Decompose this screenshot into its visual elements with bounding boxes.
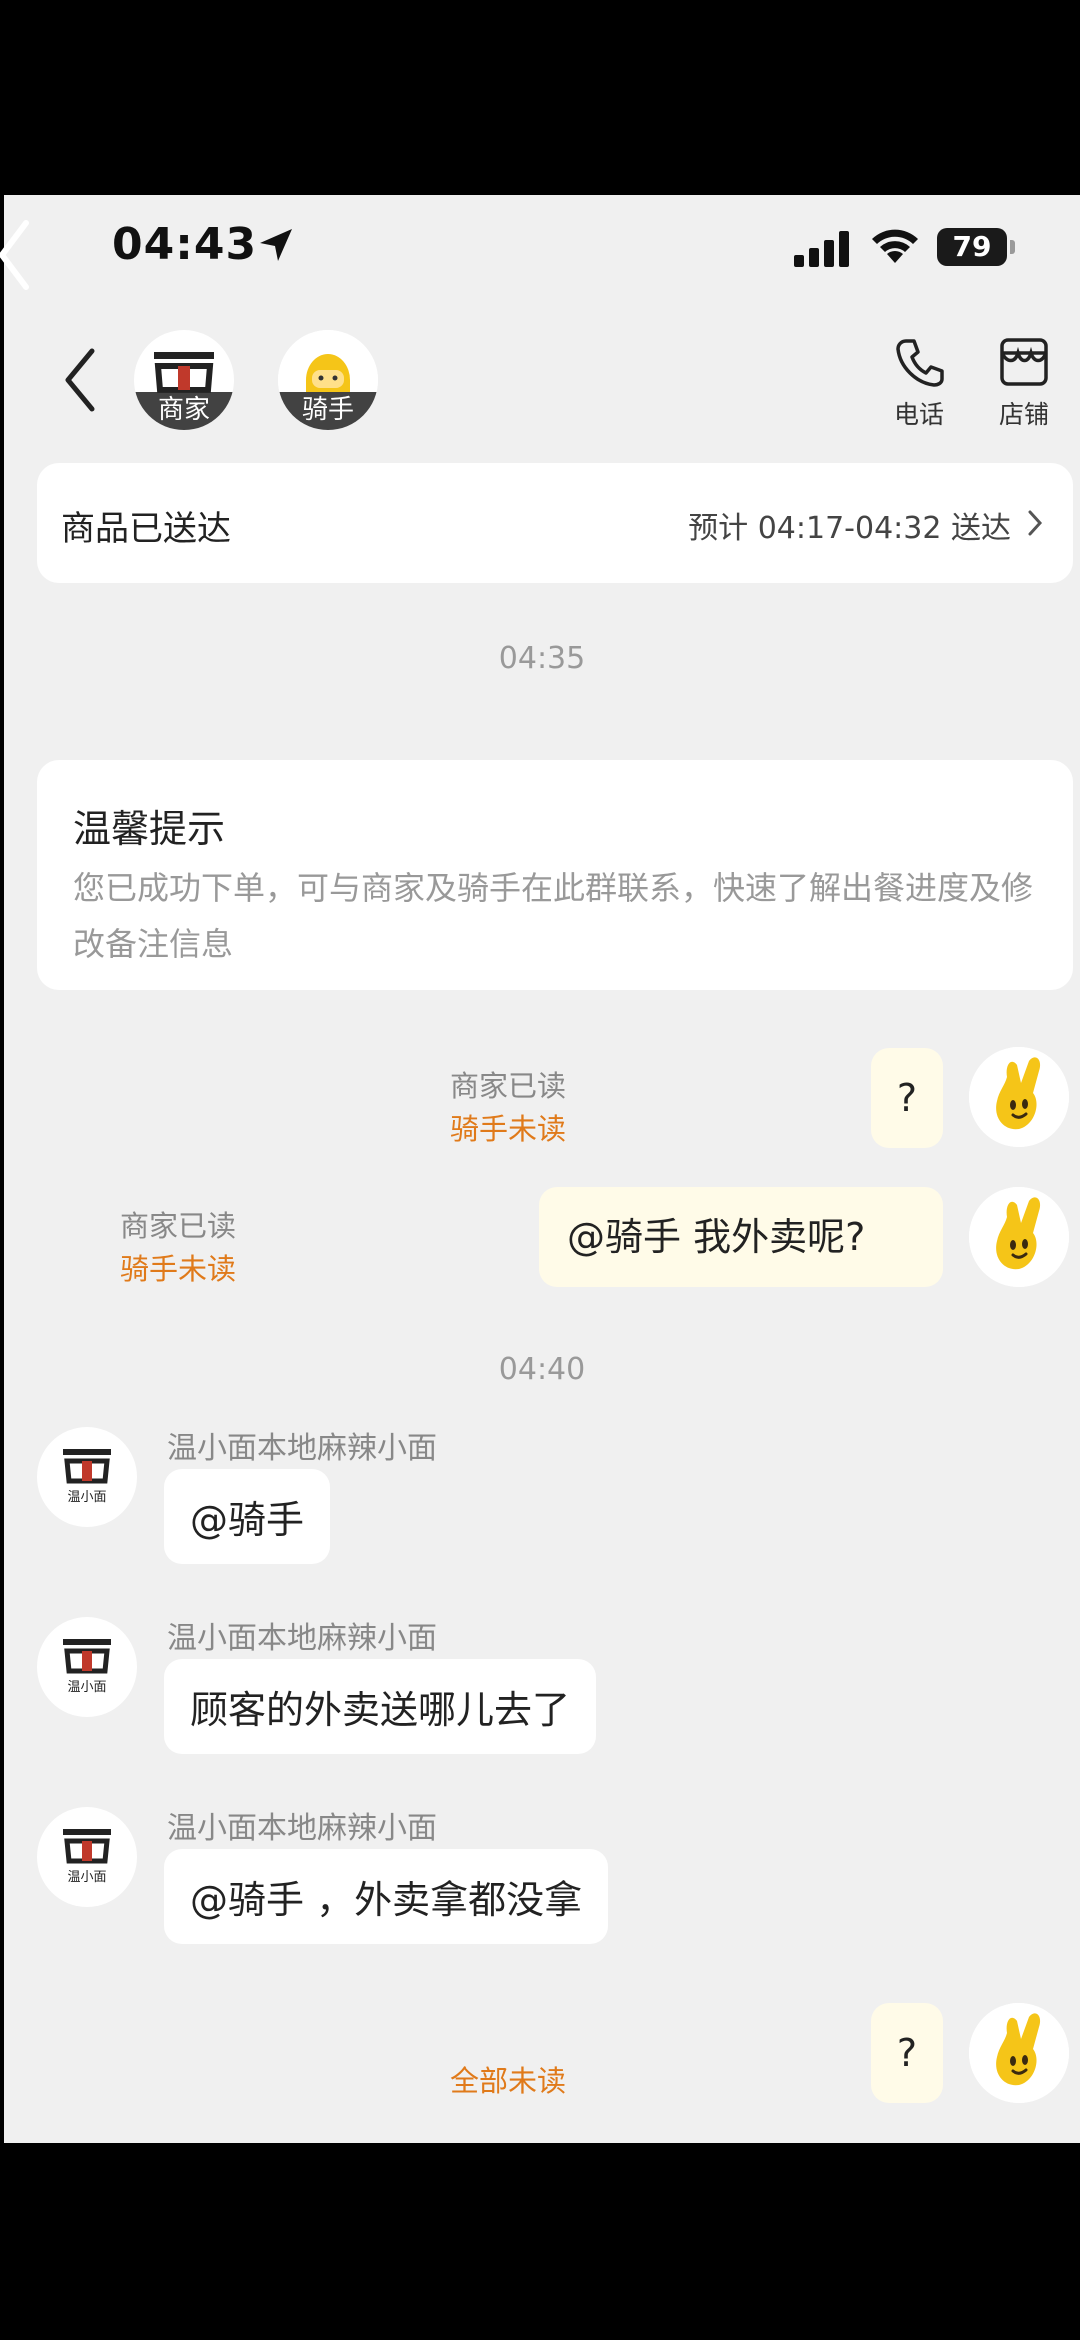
battery-indicator: 79 <box>937 228 1007 266</box>
merchant-read-status: 商家已读 <box>449 1069 566 1103</box>
delivery-status-card[interactable]: 商品已送达 预计 04:17-04:32 送达 <box>37 463 1073 583</box>
shop-sender-name: 温小面本地麻辣小面 <box>167 1431 437 1466</box>
back-chevron-icon[interactable] <box>60 345 100 415</box>
yellow-mascot-icon <box>969 2003 1069 2103</box>
shop-logo-text: 温小面 <box>67 1680 106 1695</box>
store-button[interactable]: 店铺 <box>989 335 1059 431</box>
status-time: 04:43 <box>112 219 258 270</box>
shop-sender-name: 温小面本地麻辣小面 <box>167 1621 437 1656</box>
rider-avatar[interactable]: 骑手 <box>278 330 378 430</box>
delivery-eta: 预计 04:17-04:32 送达 <box>688 511 1011 546</box>
edge-back-chevron-icon[interactable] <box>0 215 36 295</box>
phone-label: 电话 <box>893 400 944 429</box>
chat-screen: 04:43 79 商家 骑手 电话 店铺 商品已送达 预计 04:17-04:3… <box>4 195 1080 2143</box>
shop-logo-text: 温小面 <box>67 1490 106 1505</box>
store-label: 店铺 <box>998 400 1049 429</box>
my-avatar[interactable] <box>969 1187 1069 1287</box>
wifi-icon <box>872 229 918 263</box>
delivery-status: 商品已送达 <box>61 509 231 549</box>
merchant-read-status: 商家已读 <box>119 1209 236 1243</box>
shop-logo-text: 温小面 <box>67 1870 106 1885</box>
timestamp: 04:40 <box>498 1352 586 1387</box>
shop-sender-name: 温小面本地麻辣小面 <box>167 1811 437 1846</box>
shop-logo-icon: 温小面 <box>63 1449 111 1505</box>
cellular-signal-icon <box>794 231 849 267</box>
yellow-mascot-icon <box>969 1047 1069 1147</box>
store-icon <box>1000 338 1048 386</box>
merchant-label: 商家 <box>134 392 234 430</box>
shop-avatar[interactable]: 温小面 <box>37 1807 137 1907</box>
my-message-bubble[interactable]: ? <box>871 2003 943 2103</box>
rider-label: 骑手 <box>278 392 378 430</box>
shop-message-bubble[interactable]: 顾客的外卖送哪儿去了 <box>164 1659 597 1754</box>
rider-read-status: 骑手未读 <box>449 1112 566 1146</box>
shop-message-bubble[interactable]: @骑手 ，外卖拿都没拿 <box>164 1849 609 1944</box>
phone-icon <box>896 339 944 387</box>
chevron-right-icon <box>1028 510 1043 536</box>
my-avatar[interactable] <box>969 1047 1069 1147</box>
timestamp: 04:35 <box>498 641 586 676</box>
top-letterbox <box>0 0 1080 195</box>
shop-avatar[interactable]: 温小面 <box>37 1617 137 1717</box>
shop-message-bubble[interactable]: @骑手 <box>164 1469 331 1564</box>
battery-tip <box>1010 240 1015 254</box>
tip-card: 温馨提示 您已成功下单，可与商家及骑手在此群联系，快速了解出餐进度及修改备注信息 <box>37 760 1073 990</box>
yellow-mascot-icon <box>969 1187 1069 1287</box>
location-arrow-icon <box>260 229 292 261</box>
my-message-bubble[interactable]: @骑手 我外卖呢? <box>539 1187 943 1287</box>
shop-logo-icon: 温小面 <box>63 1639 111 1695</box>
my-message-bubble[interactable]: ? <box>871 1048 943 1148</box>
tip-title: 温馨提示 <box>73 807 226 851</box>
all-unread-status: 全部未读 <box>449 2064 566 2098</box>
my-avatar[interactable] <box>969 2003 1069 2103</box>
tip-body: 您已成功下单，可与商家及骑手在此群联系，快速了解出餐进度及修改备注信息 <box>73 869 1034 963</box>
rider-read-status: 骑手未读 <box>119 1252 236 1286</box>
shop-avatar[interactable]: 温小面 <box>37 1427 137 1527</box>
bottom-letterbox <box>0 2143 1080 2340</box>
shop-logo-icon: 温小面 <box>63 1829 111 1885</box>
phone-button[interactable]: 电话 <box>884 335 954 431</box>
merchant-avatar[interactable]: 商家 <box>134 330 234 430</box>
